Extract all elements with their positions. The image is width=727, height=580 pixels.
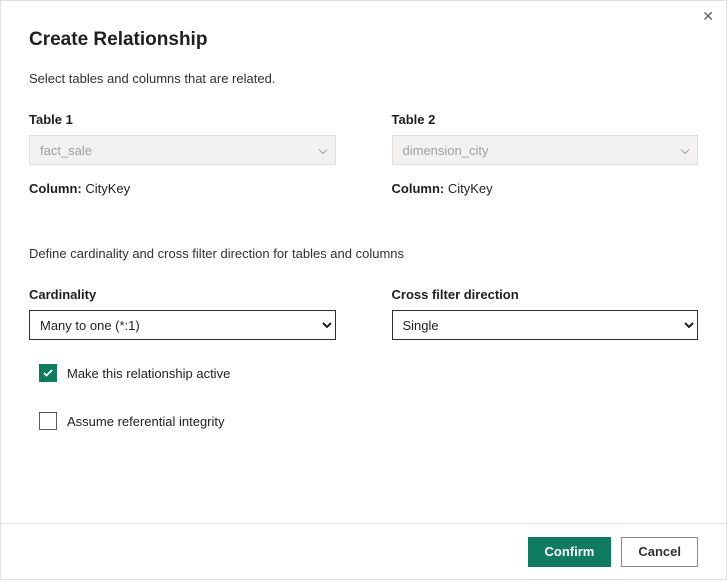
table2-label: Table 2 (392, 112, 699, 127)
referential-checkbox[interactable] (39, 412, 57, 430)
cardinality-select[interactable]: Many to one (*:1) (29, 310, 336, 340)
confirm-button[interactable]: Confirm (528, 537, 612, 567)
table1-col: Table 1 fact_sale Column: CityKey (29, 112, 336, 196)
table1-column-label: Column: (29, 181, 82, 196)
referential-checkbox-row: Assume referential integrity (29, 412, 698, 430)
tables-row: Table 1 fact_sale Column: CityKey Table … (29, 112, 698, 196)
dialog-footer: Confirm Cancel (1, 523, 726, 579)
table2-select[interactable]: dimension_city (392, 135, 699, 165)
section2-text: Define cardinality and cross filter dire… (29, 246, 698, 261)
dialog-subtitle: Select tables and columns that are relat… (29, 71, 698, 86)
table1-select-value: fact_sale (29, 135, 336, 165)
table1-select[interactable]: fact_sale (29, 135, 336, 165)
table1-column-value: CityKey (85, 181, 130, 196)
crossfilter-select[interactable]: Single (392, 310, 699, 340)
cancel-button[interactable]: Cancel (621, 537, 698, 567)
table1-label: Table 1 (29, 112, 336, 127)
dialog-title: Create Relationship (29, 29, 698, 51)
table2-col: Table 2 dimension_city Column: CityKey (392, 112, 699, 196)
table2-column-label: Column: (392, 181, 445, 196)
active-checkbox-label: Make this relationship active (67, 366, 230, 381)
cardinality-label: Cardinality (29, 287, 336, 302)
cardinality-row: Cardinality Many to one (*:1) Cross filt… (29, 287, 698, 340)
cardinality-col: Cardinality Many to one (*:1) (29, 287, 336, 340)
create-relationship-dialog: ✕ Create Relationship Select tables and … (0, 0, 727, 580)
close-button[interactable]: ✕ (700, 7, 716, 25)
table2-column-info: Column: CityKey (392, 181, 699, 196)
active-checkbox-row: Make this relationship active (29, 364, 698, 382)
active-checkbox[interactable] (39, 364, 57, 382)
table2-column-value: CityKey (448, 181, 493, 196)
referential-checkbox-label: Assume referential integrity (67, 414, 225, 429)
table1-column-info: Column: CityKey (29, 181, 336, 196)
close-icon: ✕ (702, 8, 714, 24)
crossfilter-col: Cross filter direction Single (392, 287, 699, 340)
check-icon (42, 367, 54, 379)
table2-select-value: dimension_city (392, 135, 699, 165)
crossfilter-label: Cross filter direction (392, 287, 699, 302)
